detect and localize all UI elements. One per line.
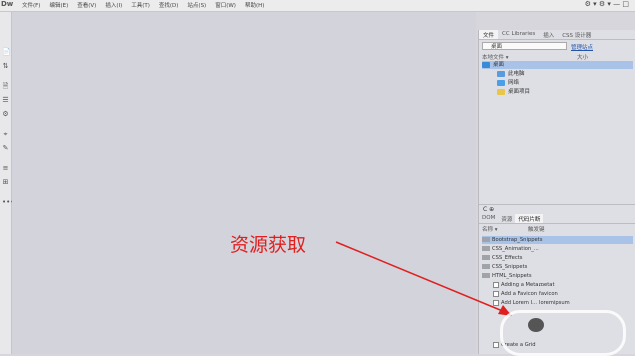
annotation-arrow [335, 241, 512, 316]
watermark-badge [500, 310, 626, 356]
wechat-icon [528, 318, 544, 332]
